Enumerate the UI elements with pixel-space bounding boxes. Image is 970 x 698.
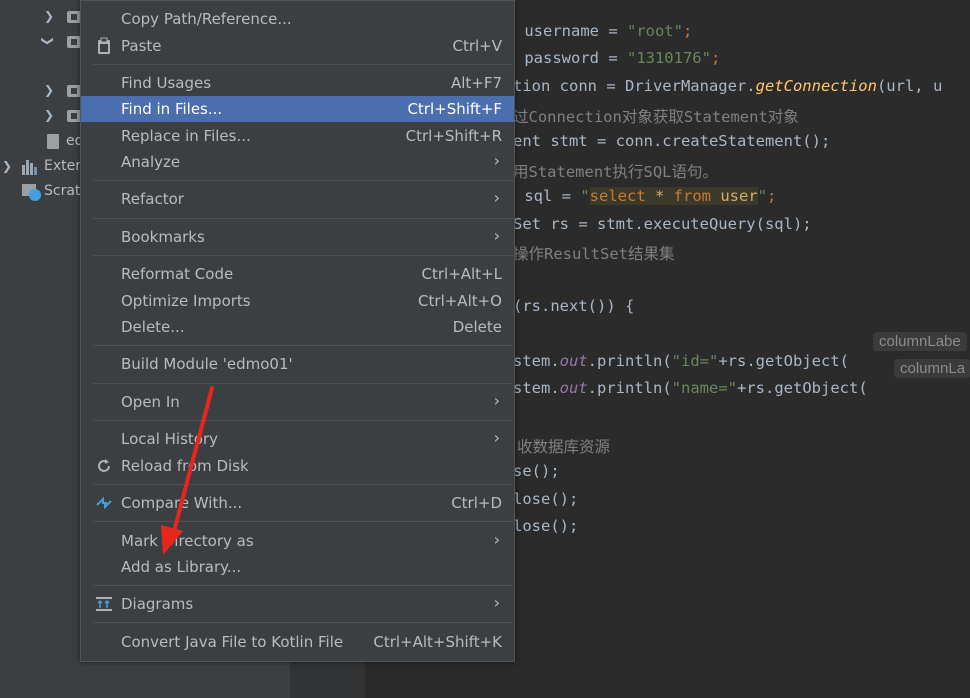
clipboard-icon xyxy=(95,37,113,55)
menu-item-optimize-imports[interactable]: Optimize Imports Ctrl+Alt+O xyxy=(81,288,514,314)
menu-item-mark-directory-as[interactable]: Mark Directory as › xyxy=(81,528,514,554)
menu-item-local-history[interactable]: Local History › xyxy=(81,426,514,452)
package-folder-icon xyxy=(67,110,81,122)
menu-item-open-in[interactable]: Open In › xyxy=(81,389,514,415)
file-icon xyxy=(47,134,59,149)
package-folder-icon xyxy=(67,36,81,48)
submenu-arrow-icon: › xyxy=(493,151,500,170)
menu-item-reload-from-disk[interactable]: Reload from Disk xyxy=(81,453,514,479)
menu-item-find-in-files[interactable]: Find in Files... Ctrl+Shift+F xyxy=(81,96,514,122)
menu-separator xyxy=(93,585,513,586)
library-icon xyxy=(22,160,38,175)
menu-separator xyxy=(93,345,513,346)
submenu-arrow-icon: › xyxy=(493,226,500,245)
package-folder-icon xyxy=(67,85,81,97)
menu-separator xyxy=(93,255,513,256)
submenu-arrow-icon: › xyxy=(493,391,500,410)
submenu-arrow-icon: › xyxy=(493,428,500,447)
menu-item-convert-to-kotlin[interactable]: Convert Java File to Kotlin File Ctrl+Al… xyxy=(81,629,514,655)
menu-item-diagrams[interactable]: Diagrams › xyxy=(81,591,514,617)
parameter-hint: columnLa xyxy=(894,359,970,378)
red-arrow-annotation xyxy=(161,386,214,555)
tree-node-label: Exter xyxy=(44,158,81,174)
menu-item-find-usages[interactable]: Find Usages Alt+F7 xyxy=(81,70,514,96)
reload-icon xyxy=(95,457,113,475)
submenu-arrow-icon: › xyxy=(493,593,500,612)
chevron-down-icon[interactable]: ❯ xyxy=(41,36,55,46)
menu-separator xyxy=(93,218,513,219)
menu-separator xyxy=(93,622,513,623)
menu-item-delete[interactable]: Delete... Delete xyxy=(81,314,514,340)
context-menu: Copy Path/Reference... Paste Ctrl+V Find… xyxy=(80,0,515,662)
menu-item-reformat-code[interactable]: Reformat Code Ctrl+Alt+L xyxy=(81,261,514,287)
compare-arrows-icon xyxy=(95,494,113,512)
chevron-right-icon[interactable]: ❯ xyxy=(44,83,54,97)
chevron-right-icon[interactable]: ❯ xyxy=(44,108,54,122)
menu-item-replace-in-files[interactable]: Replace in Files... Ctrl+Shift+R xyxy=(81,123,514,149)
menu-item-add-as-library[interactable]: Add as Library... xyxy=(81,554,514,580)
submenu-arrow-icon: › xyxy=(493,188,500,207)
menu-separator xyxy=(93,64,513,65)
menu-separator xyxy=(93,383,513,384)
diagram-icon xyxy=(95,595,113,613)
menu-item-refactor[interactable]: Refactor › xyxy=(81,186,514,212)
chevron-right-icon[interactable]: ❯ xyxy=(44,9,54,23)
submenu-arrow-icon: › xyxy=(493,530,500,549)
menu-item-bookmarks[interactable]: Bookmarks › xyxy=(81,224,514,250)
menu-item-build-module[interactable]: Build Module 'edmo01' xyxy=(81,351,514,377)
menu-separator xyxy=(93,180,513,181)
package-folder-icon xyxy=(67,11,81,23)
clock-icon xyxy=(29,189,41,201)
menu-item-copy-path[interactable]: Copy Path/Reference... xyxy=(81,6,514,32)
parameter-hint: columnLabe xyxy=(873,332,967,351)
menu-item-analyze[interactable]: Analyze › xyxy=(81,149,514,175)
menu-item-compare-with[interactable]: Compare With... Ctrl+D xyxy=(81,490,514,516)
tree-node-label: Scrat xyxy=(44,183,81,199)
menu-item-paste[interactable]: Paste Ctrl+V xyxy=(81,33,514,59)
chevron-right-icon[interactable]: ❯ xyxy=(2,159,12,173)
